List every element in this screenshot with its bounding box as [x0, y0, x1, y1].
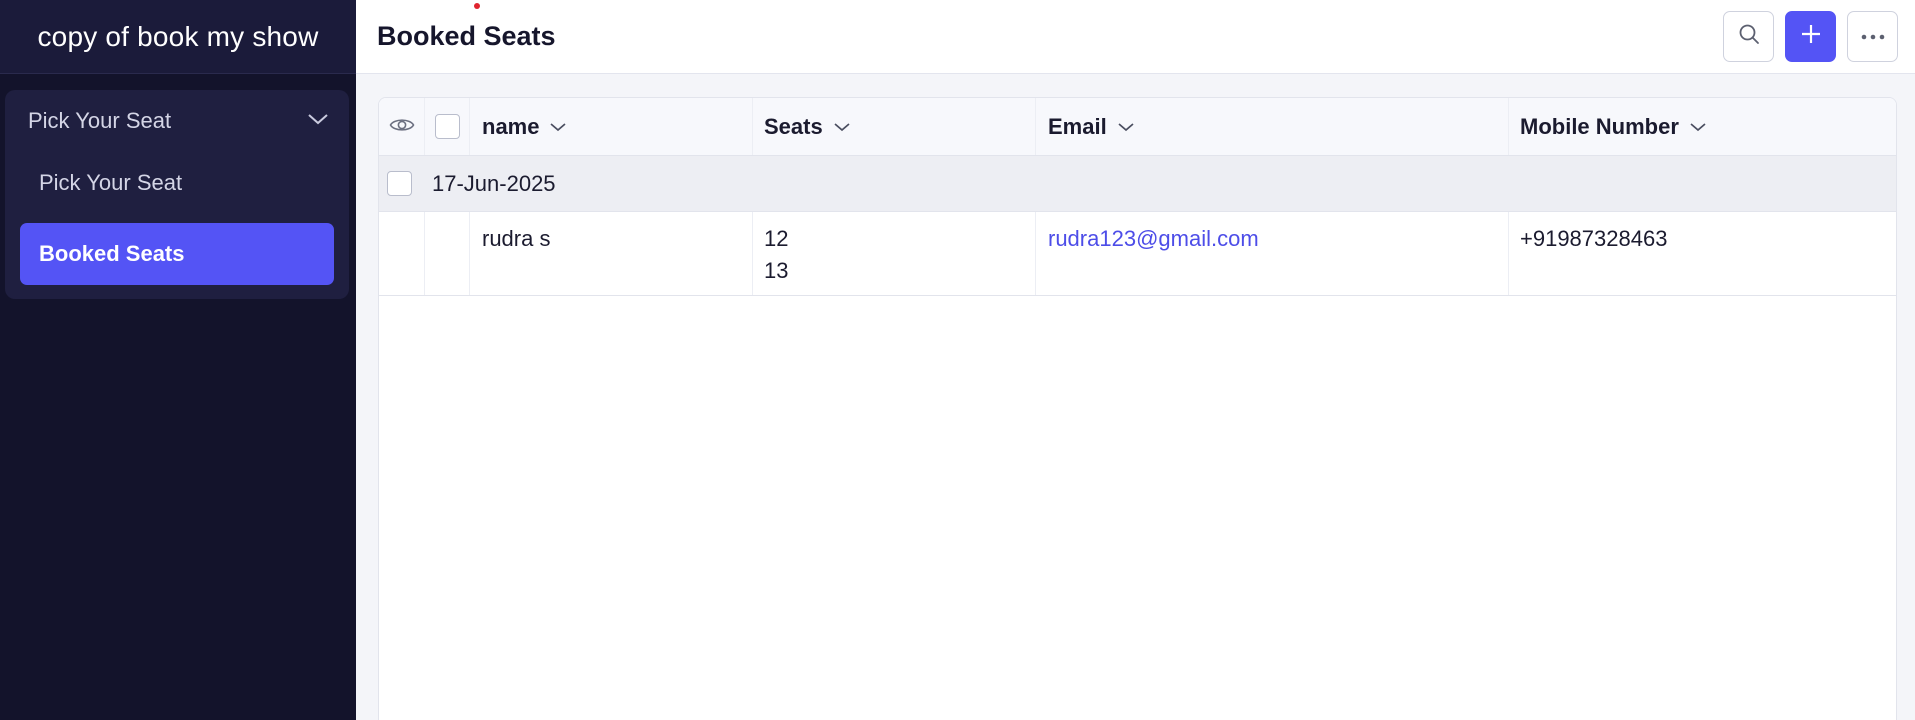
more-options-button[interactable]: [1847, 11, 1898, 62]
table-header: name Seats Email Mobile Number: [379, 98, 1896, 156]
row-visibility-cell: [379, 212, 425, 295]
column-header-label: Mobile Number: [1520, 113, 1679, 139]
chevron-down-icon[interactable]: [1117, 121, 1135, 133]
more-horizontal-icon: [1860, 28, 1886, 46]
chevron-down-icon: [307, 112, 329, 131]
cell-mobile-number: +91987328463: [1509, 212, 1896, 295]
nav-group-pick-your-seat: Pick Your Seat Pick Your Seat Booked Sea…: [5, 90, 349, 299]
column-header-email[interactable]: Email: [1036, 98, 1509, 155]
cell-seats: 12 13: [753, 212, 1036, 295]
cell-value: rudra s: [482, 226, 551, 251]
add-button[interactable]: [1785, 11, 1836, 62]
table-row[interactable]: rudra s 12 13 rudra123@gmail.com +919873…: [379, 212, 1896, 296]
cell-value: +91987328463: [1520, 226, 1668, 251]
search-icon: [1738, 23, 1760, 50]
nav-group-header[interactable]: Pick Your Seat: [5, 90, 349, 152]
column-header-mobile-number[interactable]: Mobile Number: [1509, 98, 1896, 155]
column-header-label: Seats: [764, 113, 823, 139]
app-root: copy of book my show Pick Your Seat Pick…: [0, 0, 1915, 720]
cell-name: rudra s: [470, 212, 753, 295]
notification-dot: [474, 3, 480, 9]
topbar: Booked Seats: [356, 0, 1915, 74]
page-title: Booked Seats: [377, 21, 556, 51]
sidebar: copy of book my show Pick Your Seat Pick…: [0, 0, 356, 720]
seat-number: 13: [764, 258, 789, 283]
group-select-checkbox[interactable]: [387, 171, 412, 196]
chevron-down-icon[interactable]: [1689, 121, 1707, 133]
sidebar-item-booked-seats[interactable]: Booked Seats: [20, 223, 334, 285]
nav-group-label: Pick Your Seat: [28, 108, 172, 133]
seat-number: 12: [764, 226, 789, 251]
sidebar-item-label: Booked Seats: [39, 241, 185, 266]
sidebar-header: copy of book my show: [0, 0, 356, 74]
toolbar-actions: [1723, 11, 1898, 62]
seats-list: 12 13: [764, 226, 788, 284]
column-visibility-toggle[interactable]: [379, 98, 425, 155]
search-button[interactable]: [1723, 11, 1774, 62]
chevron-down-icon[interactable]: [549, 121, 567, 133]
column-header-seats[interactable]: Seats: [753, 98, 1036, 155]
chevron-down-icon[interactable]: [833, 121, 851, 133]
group-date-label: 17-Jun-2025: [432, 170, 556, 196]
column-header-label: name: [482, 113, 540, 139]
sidebar-item-pick-your-seat[interactable]: Pick Your Seat: [20, 152, 334, 214]
plus-icon: [1800, 23, 1822, 50]
booked-seats-table: name Seats Email Mobile Number 17-Jun-20…: [378, 97, 1897, 720]
column-header-label: Email: [1048, 113, 1107, 139]
eye-icon: [389, 114, 415, 140]
sidebar-item-label: Pick Your Seat: [39, 170, 183, 195]
date-group-row: 17-Jun-2025: [379, 156, 1896, 212]
cell-email: rudra123@gmail.com: [1036, 212, 1509, 295]
select-all-checkbox[interactable]: [434, 114, 460, 139]
select-all-cell: [425, 98, 470, 155]
app-title: copy of book my show: [37, 20, 319, 52]
email-link[interactable]: rudra123@gmail.com: [1048, 226, 1259, 252]
column-header-name[interactable]: name: [470, 98, 753, 155]
row-select-cell: [425, 212, 470, 295]
main-content: Booked Seats name Seats Email Mobile Num…: [356, 0, 1915, 720]
